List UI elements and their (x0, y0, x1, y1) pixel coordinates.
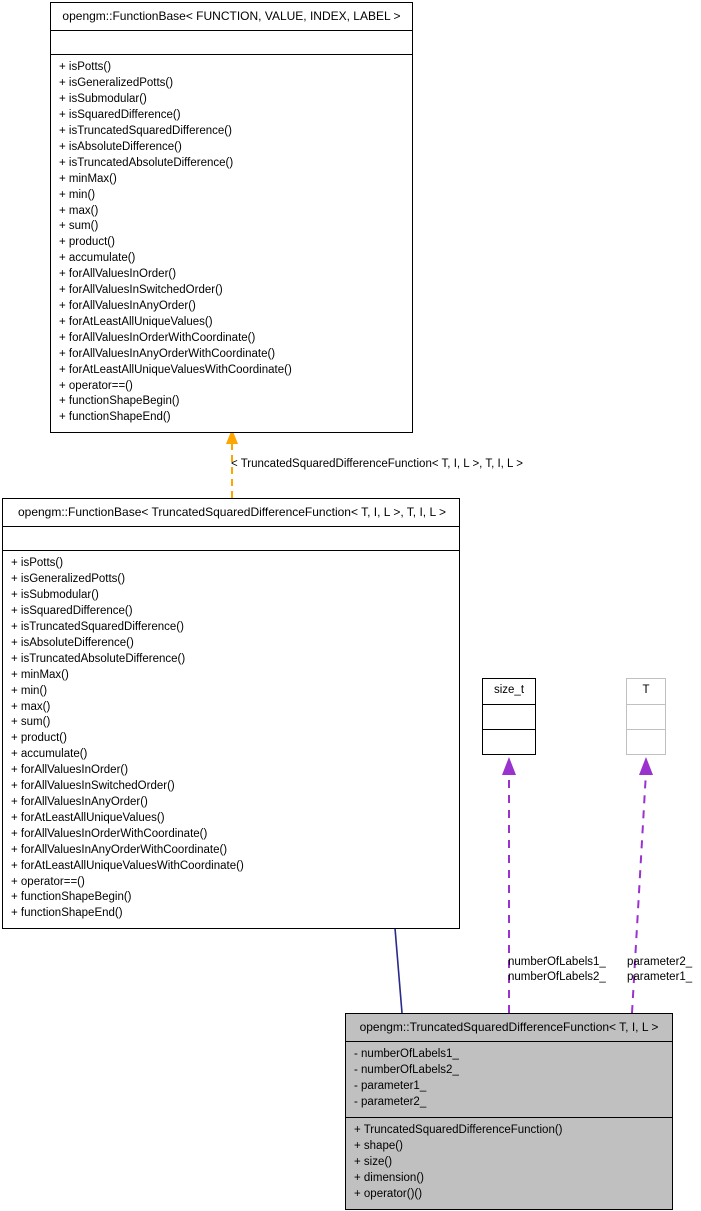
class-member-row: + forAllValuesInAnyOrder() (59, 299, 196, 312)
class-member-row: + accumulate() (59, 252, 136, 265)
association-label-size-t: numberOfLabels1_ numberOfLabels2_ (508, 955, 606, 985)
class-member-row: + forAllValuesInOrder() (59, 268, 177, 281)
class-member-row: - numberOfLabels1_ (354, 1048, 459, 1061)
class-member-row: + isAbsoluteDifference() (11, 636, 134, 649)
class-member-row: + forAtLeastAllUniqueValuesWithCoordinat… (11, 859, 244, 872)
class-member-row: + isSquaredDifference() (11, 605, 133, 618)
class-title: opengm::FunctionBase< FUNCTION, VALUE, I… (62, 9, 401, 23)
class-member-row: + sum() (59, 220, 99, 233)
methods-section: + TruncatedSquaredDifferenceFunction() + … (346, 1118, 672, 1209)
class-box-t[interactable]: T (626, 678, 666, 755)
class-member-row: + operator()() (354, 1187, 423, 1200)
class-member-row: + forAllValuesInSwitchedOrder() (59, 284, 223, 297)
template-binding-label: < TruncatedSquaredDifferenceFunction< T,… (231, 458, 523, 470)
class-member-row: + forAtLeastAllUniqueValues() (11, 811, 165, 824)
class-title: size_t (493, 684, 525, 696)
methods-section (483, 730, 535, 754)
class-member-row: + isPotts() (11, 557, 64, 570)
class-member-row: + minMax() (59, 172, 117, 185)
class-member-row: + functionShapeEnd() (11, 907, 123, 920)
class-member-row: + forAllValuesInSwitchedOrder() (11, 780, 175, 793)
class-member-row: - parameter1_ (354, 1080, 427, 1093)
class-member-row: + forAllValuesInOrder() (11, 764, 129, 777)
class-member-row: + isSquaredDifference() (59, 109, 181, 122)
class-member-row: + forAllValuesInOrderWithCoordinate() (11, 827, 208, 840)
class-member-row: + isTruncatedSquaredDifference() (11, 621, 184, 634)
class-member-row: + functionShapeEnd() (59, 411, 171, 424)
class-member-row: + product() (11, 732, 67, 745)
class-box-size-t[interactable]: size_t (482, 678, 536, 755)
association-label-line-2: parameter1_ (627, 971, 693, 983)
class-member-row: + forAllValuesInAnyOrder() (11, 795, 148, 808)
class-member-row: + isGeneralizedPotts() (11, 573, 126, 586)
class-box-truncated-squared-difference-function[interactable]: opengm::TruncatedSquaredDifferenceFuncti… (345, 1013, 673, 1210)
class-member-row: + forAtLeastAllUniqueValuesWithCoordinat… (59, 363, 292, 376)
class-box-function-base-specialized[interactable]: opengm::FunctionBase< TruncatedSquaredDi… (2, 498, 460, 930)
class-member-row: + isTruncatedSquaredDifference() (59, 125, 232, 138)
class-member-row: + min() (59, 188, 96, 201)
class-member-row: + forAtLeastAllUniqueValues() (59, 315, 213, 328)
attributes-section (627, 705, 665, 729)
class-member-row: + dimension() (354, 1171, 424, 1184)
association-label-line-1: parameter2_ (627, 956, 693, 968)
association-label-t: parameter2_ parameter1_ (627, 955, 692, 985)
class-member-row: + TruncatedSquaredDifferenceFunction() (354, 1124, 563, 1137)
methods-section: + isPotts() + isGeneralizedPotts() + isSub… (51, 55, 412, 432)
class-member-row: + functionShapeBegin() (11, 891, 132, 904)
class-member-row: + product() (59, 236, 115, 249)
class-member-row: + operator==() (11, 875, 85, 888)
class-title: T (642, 684, 650, 696)
class-member-row: + forAllValuesInOrderWithCoordinate() (59, 331, 256, 344)
class-member-row: + min() (11, 684, 48, 697)
class-member-row: + isPotts() (59, 61, 112, 74)
class-member-row: + max() (59, 204, 99, 217)
association-label-line-1: numberOfLabels1_ (508, 956, 606, 968)
class-member-row: + isGeneralizedPotts() (59, 77, 174, 90)
class-member-row: + isSubmodular() (11, 589, 99, 602)
attributes-section (3, 527, 459, 550)
class-member-row: + isTruncatedAbsoluteDifference() (59, 156, 234, 169)
methods-section: + isPotts() + isGeneralizedPotts() + isSub… (3, 551, 459, 928)
class-member-row: + minMax() (11, 668, 69, 681)
methods-section (627, 730, 665, 754)
class-member-row: + isSubmodular() (59, 93, 147, 106)
attributes-section: - numberOfLabels1_ - numberOfLabels2_ - pa… (346, 1042, 672, 1117)
class-member-row: + accumulate() (11, 748, 88, 761)
class-member-row: + functionShapeBegin() (59, 395, 180, 408)
attributes-section (483, 705, 535, 729)
class-member-row: + forAllValuesInAnyOrderWithCoordinate() (11, 843, 228, 856)
class-member-row: - numberOfLabels2_ (354, 1064, 459, 1077)
class-title: opengm::FunctionBase< TruncatedSquaredDi… (17, 505, 447, 519)
class-member-row: + sum() (11, 716, 51, 729)
class-title: opengm::TruncatedSquaredDifferenceFuncti… (359, 1020, 659, 1034)
class-member-row: + operator==() (59, 379, 133, 392)
class-member-row: + isAbsoluteDifference() (59, 140, 182, 153)
attributes-section (51, 31, 412, 54)
class-member-row: + size() (354, 1155, 393, 1168)
class-member-row: - parameter2_ (354, 1096, 427, 1109)
class-box-function-base-generic[interactable]: opengm::FunctionBase< FUNCTION, VALUE, I… (50, 2, 413, 434)
class-member-row: + shape() (354, 1139, 403, 1152)
class-member-row: + max() (11, 700, 51, 713)
class-member-row: + forAllValuesInAnyOrderWithCoordinate() (59, 347, 276, 360)
association-label-line-2: numberOfLabels2_ (508, 971, 606, 983)
class-member-row: + isTruncatedAbsoluteDifference() (11, 652, 186, 665)
